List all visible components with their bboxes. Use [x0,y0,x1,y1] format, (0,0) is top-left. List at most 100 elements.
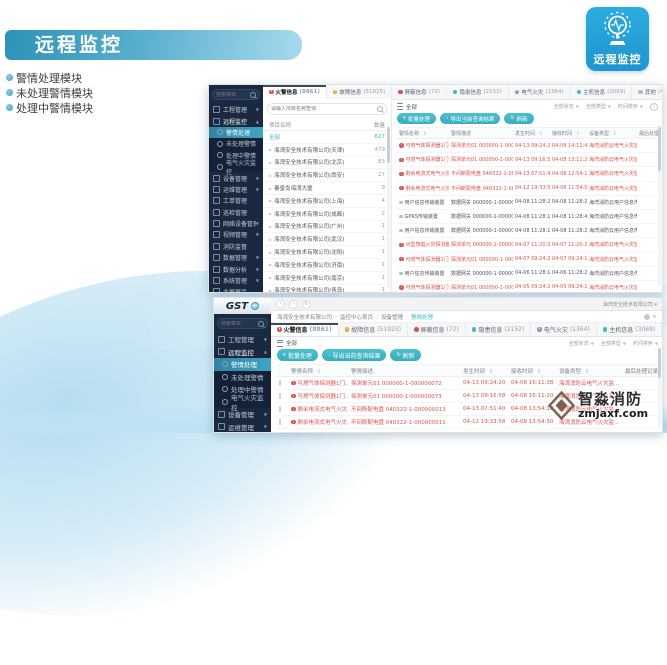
view-toggle[interactable]: 全部 [277,339,297,347]
table-row[interactable]: GPRS传输装置数据网关 000000-1-00000000704-08 11:… [397,210,658,224]
filter-status[interactable]: 全部状态 ▼ [554,103,579,110]
sidebar-item-数据分析[interactable]: 数据分析▼ [209,263,263,274]
table-row[interactable]: 用户信息传输装置数据网关 000000-1-00000000704-06 11:… [397,267,658,281]
column-header-发生时间[interactable]: 发生时间 ↕ [513,130,550,137]
tree-row[interactable]: ►海湾安全技术有限公司(武汉)1 [263,233,391,246]
sort-icon[interactable]: ↕ [315,369,324,375]
column-header-最后处理记录[interactable]: 最后处理记录 [623,367,658,375]
sidebar-subitem-警情处理[interactable]: 警情处理 [209,127,263,138]
sidebar-search[interactable] [212,89,260,100]
sort-icon[interactable]: ↕ [421,131,429,137]
sidebar-item-数据管理[interactable]: 数据管理▼ [209,252,263,263]
tree-row[interactable]: ►海湾安全技术有限公司(沈阳)1 [263,246,391,259]
sidebar-item-工程管理[interactable]: 工程管理▼ [214,333,271,346]
expand-icon[interactable]: ► [269,211,272,216]
table-scrollbar-thumb[interactable] [658,127,661,171]
breadcrumb-item[interactable]: 海湾安全技术有限公司 [277,313,332,321]
row-checkbox[interactable] [279,406,281,412]
tab-火警信息[interactable]: !火警信息(8861) [271,323,339,336]
column-header-警情描述[interactable]: 警情描述 [449,130,513,137]
tab-隐患信息[interactable]: 隐患信息(2152) [447,85,509,99]
batch-process-button[interactable]: ≡ 批量处理 [277,349,318,361]
refresh-button[interactable]: ↻ 刷新 [504,113,533,124]
sidebar-item-设备管理[interactable]: 设备管理▼ [214,408,271,421]
sidebar-item-远程监控[interactable]: 远程监控▲ [209,115,263,126]
sidebar-subitem-未处理警情[interactable]: 未处理警情 [214,371,271,384]
column-header-设备类型[interactable]: 设备类型 ↕ [557,367,623,375]
table-row[interactable]: !剩余电流式电气火灾...不间断配电盘 040322-1-00000001304… [397,167,658,181]
table-scrollbar[interactable] [658,125,661,286]
tab-隐患信息[interactable]: 隐患信息(2152) [466,323,531,336]
sidebar-subitem-电气火灾监控[interactable]: 电气火灾监控 [214,396,271,409]
sidebar-item-系统管理[interactable]: 系统管理▼ [209,275,263,286]
refresh-button[interactable]: ↻ 刷新 [390,349,420,361]
table-scrollbar[interactable] [658,348,661,428]
forward-icon[interactable]: › [289,300,298,309]
tree-row[interactable]: ►海湾安全技术有限公司(北京)83 [263,157,391,170]
help-icon[interactable]: ? [650,103,658,111]
table-row[interactable]: 用户信息传输装置数据网关 000000-1-00000000704-08 11:… [397,196,658,210]
column-header-最后处理记录[interactable]: 最后处理记录 [637,130,658,137]
expand-icon[interactable]: ► [269,147,272,152]
column-header-警情名称[interactable]: 警情名称 ↕ [289,367,349,375]
export-button[interactable]: ↓ 导出当前查询结果 [440,113,501,124]
sidebar-item-巡检管理[interactable]: 巡检管理 [209,207,263,218]
sidebar-item-设备管理[interactable]: 设备管理▼ [209,172,263,183]
account-name[interactable]: 海湾安全技术有限公司 ▾ [603,301,657,308]
sidebar-subitem-警情处理[interactable]: 警情处理 [214,358,271,371]
sort-icon[interactable]: ↕ [574,131,582,137]
expand-icon[interactable]: ► [269,160,272,165]
sidebar-item-运维管理[interactable]: 运维管理▼ [209,184,263,195]
sidebar-item-运维管理[interactable]: 运维管理▼ [214,421,271,433]
expand-icon[interactable]: ► [269,262,272,267]
tab-电气火灾[interactable]: !电气火灾(1364) [509,85,571,99]
tab-火警信息[interactable]: !火警信息(8861) [263,85,327,99]
expand-icon[interactable]: ► [269,224,272,229]
filter-type[interactable]: 全部类型 ▼ [601,340,626,347]
back-icon[interactable]: ‹ [276,300,285,309]
table-row[interactable]: 用户信息传输装置数据网关 000000-1-00000000704-08 11:… [277,429,658,433]
tree-row[interactable]: ►海湾安全技术有限公司(成都)2 [263,208,391,221]
sort-icon[interactable]: ↕ [583,369,592,375]
tab-故障信息[interactable]: !故障信息(51925) [339,323,408,336]
sidebar-subitem-电气火灾监控[interactable]: 电气火灾监控 [209,161,263,172]
tree-row[interactable]: ►海湾安全技术有限公司(南京)1 [263,272,391,285]
breadcrumb-item-current[interactable]: 警情处理 [411,313,433,321]
tree-row[interactable]: ►海湾安全技术有限公司(青岛)1 [263,285,391,293]
tab-屏蔽信息[interactable]: 屏蔽信息(72) [392,85,447,99]
tree-row[interactable]: ►秦皇岛海湾大厦9 [263,182,391,195]
column-header-接收时间[interactable]: 接收时间 ↕ [550,130,587,137]
breadcrumb-item[interactable]: 设备管理 [381,313,403,321]
sidebar-search[interactable] [217,318,268,329]
expand-icon[interactable]: ► [269,275,272,280]
row-checkbox[interactable] [279,419,281,425]
filter-sort[interactable]: 时间排序 ▼ [618,103,643,110]
expand-icon[interactable]: ► [269,186,272,191]
expand-icon[interactable]: ► [269,198,272,203]
column-header-警情描述[interactable]: 警情描述 [349,367,461,375]
tab-电气火灾[interactable]: !电气火灾(1364) [531,323,596,336]
expand-icon[interactable]: ► [269,237,272,242]
table-row[interactable]: !可燃气体探测器1门...探测单元01 000000-1-00000007304… [397,281,658,293]
expand-icon[interactable]: ► [269,288,272,293]
table-row[interactable]: !剩余电流式电气火灾...不间断配电盘 040322-1-00000001104… [397,182,658,196]
tab-主机信息[interactable]: 主机信息(3069) [597,323,662,336]
column-header-警情名称[interactable]: 警情名称 ↕ [397,130,449,137]
view-toggle[interactable]: 全部 [397,103,417,111]
batch-process-button[interactable]: ≡ 批量处理 [397,113,436,124]
tree-row[interactable]: ►海湾安全技术有限公司(上海)4 [263,195,391,208]
tab-其他[interactable]: 其他(46117) [632,85,662,99]
breadcrumb-item[interactable]: 监控中心首页 [340,313,373,321]
reload-icon[interactable]: ↻ [302,300,311,309]
sidebar-item-消防监督[interactable]: 消防监督 [209,241,263,252]
tree-scrollbar[interactable] [387,127,390,288]
tab-主机信息[interactable]: 主机信息(3069) [571,85,633,99]
expand-icon[interactable]: ► [269,173,272,178]
row-checkbox[interactable] [279,380,281,386]
expand-icon[interactable]: ► [269,250,272,255]
sort-icon[interactable]: ↕ [535,369,544,375]
sort-icon[interactable]: ↕ [537,131,545,137]
tab-故障信息[interactable]: !故障信息(51925) [327,85,392,99]
table-row[interactable]: !可燃气体探测器1门...探测单元01 000000-1-00000007304… [397,153,658,167]
sidebar-subitem-未处理警情[interactable]: 未处理警情 [209,138,263,149]
